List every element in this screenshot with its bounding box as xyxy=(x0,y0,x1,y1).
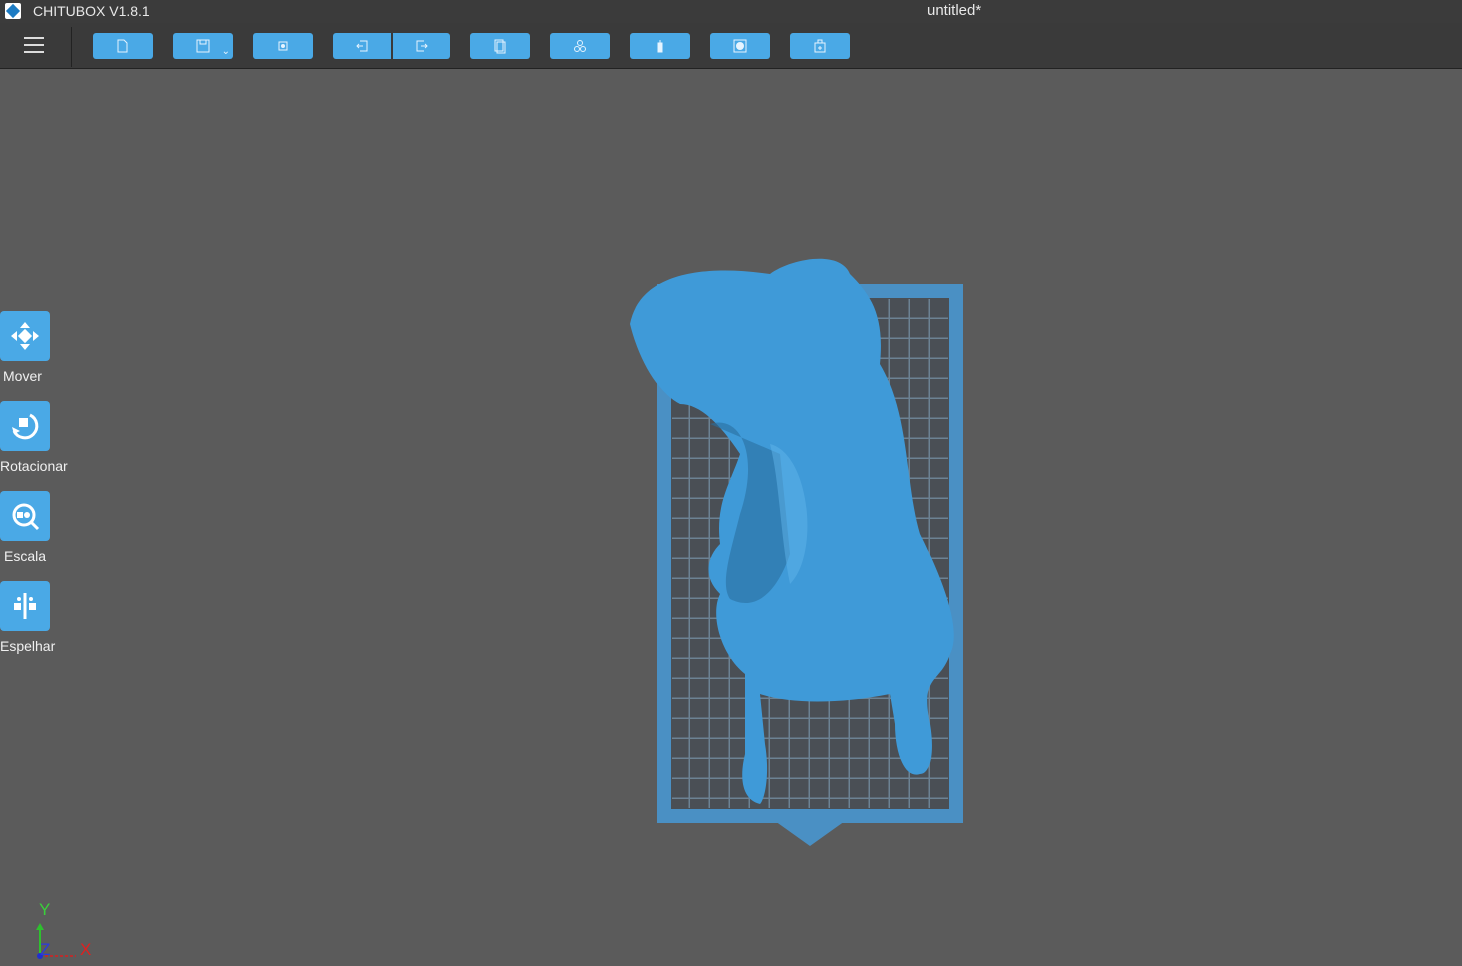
scale-tool-label: Escala xyxy=(4,548,47,564)
axis-x-label: X xyxy=(80,940,92,959)
chevron-down-icon[interactable]: ⌄ xyxy=(222,46,230,57)
scale-tool-button[interactable] xyxy=(0,491,50,541)
axis-y-label: Y xyxy=(39,900,51,919)
app-logo-icon xyxy=(5,3,21,19)
rotate-icon xyxy=(12,413,39,440)
move-icon xyxy=(11,322,39,350)
screenshot-button[interactable] xyxy=(253,33,313,59)
hollow-button[interactable] xyxy=(710,33,770,59)
axis-z-label: Z xyxy=(40,940,51,959)
redo-button[interactable] xyxy=(393,33,450,59)
axis-gizmo: Y Z X xyxy=(30,900,100,966)
title-bar: CHITUBOX V1.8.1 untitled* xyxy=(0,0,1462,23)
open-file-button[interactable] xyxy=(93,33,153,59)
toolbar: ⌄ xyxy=(0,23,1462,69)
copy-icon xyxy=(494,39,506,54)
arrange-button[interactable] xyxy=(550,33,610,59)
move-tool-button[interactable] xyxy=(0,311,50,361)
undo-button[interactable] xyxy=(333,33,391,59)
3d-viewport[interactable] xyxy=(0,69,1462,966)
save-button[interactable]: ⌄ xyxy=(173,33,233,59)
hollow-icon xyxy=(733,39,747,53)
save-icon xyxy=(196,39,210,53)
toolbar-divider xyxy=(71,27,72,67)
app-title: CHITUBOX V1.8.1 xyxy=(33,3,150,19)
mirror-icon xyxy=(14,593,36,619)
rotate-tool-label: Rotacionar xyxy=(0,458,68,474)
move-tool-label: Mover xyxy=(3,368,42,384)
undo-icon xyxy=(356,40,368,52)
mirror-tool-label: Espelhar xyxy=(0,638,56,654)
menu-button[interactable] xyxy=(24,37,44,55)
crop-icon xyxy=(278,41,288,51)
dinosaur-model[interactable] xyxy=(620,254,960,814)
support-icon xyxy=(657,40,663,53)
redo-icon xyxy=(416,40,428,52)
rotate-tool-button[interactable] xyxy=(0,401,50,451)
document-title: untitled* xyxy=(927,2,982,19)
cubes-icon xyxy=(574,40,586,52)
copy-button[interactable] xyxy=(470,33,530,59)
scale-icon xyxy=(12,503,40,531)
support-button[interactable] xyxy=(630,33,690,59)
mirror-tool-button[interactable] xyxy=(0,581,50,631)
add-plate-button[interactable] xyxy=(790,33,850,59)
folder-icon xyxy=(117,39,128,53)
plate-add-icon xyxy=(814,39,826,53)
